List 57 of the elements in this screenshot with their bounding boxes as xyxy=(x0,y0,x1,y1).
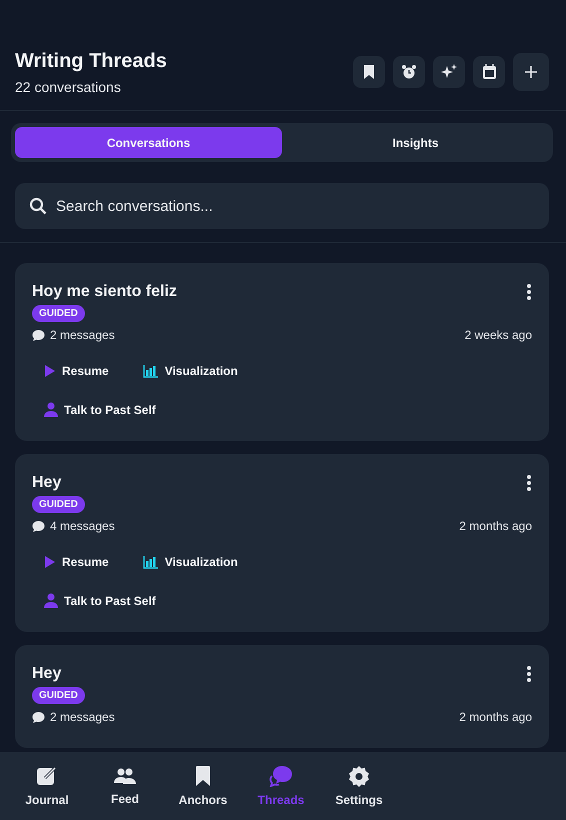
guided-badge: GUIDED xyxy=(32,496,85,513)
play-icon xyxy=(44,364,56,378)
conversation-count: 22 conversations xyxy=(15,78,122,94)
calendar-button[interactable] xyxy=(473,56,505,88)
tab[interactable]: Insights xyxy=(282,127,549,158)
resume-action[interactable]: Resume xyxy=(44,364,109,378)
thread-card[interactable]: Hoy me siento feliz GUIDED 2 messages 2 weeks ago Resume Visualization Talk to Past Self xyxy=(15,263,549,441)
chart-action[interactable]: Visualization xyxy=(142,555,238,569)
thread-time: 2 weeks ago xyxy=(464,328,532,342)
chat-bubbles-icon xyxy=(269,765,293,787)
person-action[interactable]: Talk to Past Self xyxy=(44,593,156,608)
sparkle-button[interactable] xyxy=(433,56,465,88)
thread-time: 2 months ago xyxy=(459,710,532,724)
thread-card[interactable]: Hey GUIDED 2 messages 2 months ago xyxy=(15,645,549,748)
page-title: Writing Threads xyxy=(15,50,167,72)
play-icon xyxy=(44,555,56,569)
alarm-button[interactable] xyxy=(393,56,425,88)
bookmark-icon xyxy=(363,64,375,80)
message-count: 4 messages xyxy=(50,519,115,533)
plus-icon xyxy=(524,65,538,79)
thread-title: Hoy me siento feliz xyxy=(32,283,177,301)
bookmark-icon xyxy=(195,765,211,787)
bar-chart-icon xyxy=(142,555,159,569)
edit-icon xyxy=(36,765,58,787)
people-icon xyxy=(113,766,137,786)
more-icon[interactable] xyxy=(526,283,532,301)
person-action[interactable]: Talk to Past Self xyxy=(44,402,156,417)
more-icon[interactable] xyxy=(526,474,532,492)
bookmark-button[interactable] xyxy=(353,56,385,88)
resume-action[interactable]: Resume xyxy=(44,555,109,569)
plus-button[interactable] xyxy=(513,53,549,91)
calendar-icon xyxy=(482,64,496,80)
settings-icon xyxy=(348,765,370,787)
thread-card[interactable]: Hey GUIDED 4 messages 2 months ago Resume Visualization Talk to Past Self xyxy=(15,454,549,632)
speech-bubble-icon xyxy=(32,520,45,532)
speech-bubble-icon xyxy=(32,328,45,342)
speech-bubble-icon xyxy=(32,710,45,724)
message-count: 2 messages xyxy=(50,328,115,342)
thread-time: 2 months ago xyxy=(459,519,532,533)
thread-title: Hey xyxy=(32,474,62,492)
nav-feed[interactable]: Feed xyxy=(86,752,164,820)
person-icon xyxy=(44,593,58,608)
person-icon xyxy=(44,402,58,417)
search-field[interactable]: Search conversations... xyxy=(15,183,549,229)
guided-badge: GUIDED xyxy=(32,305,85,322)
alarm-clock-icon xyxy=(401,64,417,80)
thread-title: Hey xyxy=(32,665,62,683)
nav-settings[interactable]: Settings xyxy=(320,752,398,820)
chart-action[interactable]: Visualization xyxy=(142,364,238,378)
tab[interactable]: Conversations xyxy=(15,127,282,158)
more-icon[interactable] xyxy=(526,665,532,683)
search-icon xyxy=(29,197,47,215)
nav-journal[interactable]: Journal xyxy=(8,752,86,820)
guided-badge: GUIDED xyxy=(32,687,85,704)
nav-anchors[interactable]: Anchors xyxy=(164,752,242,820)
bar-chart-icon xyxy=(142,364,159,378)
message-count: 2 messages xyxy=(50,710,115,724)
